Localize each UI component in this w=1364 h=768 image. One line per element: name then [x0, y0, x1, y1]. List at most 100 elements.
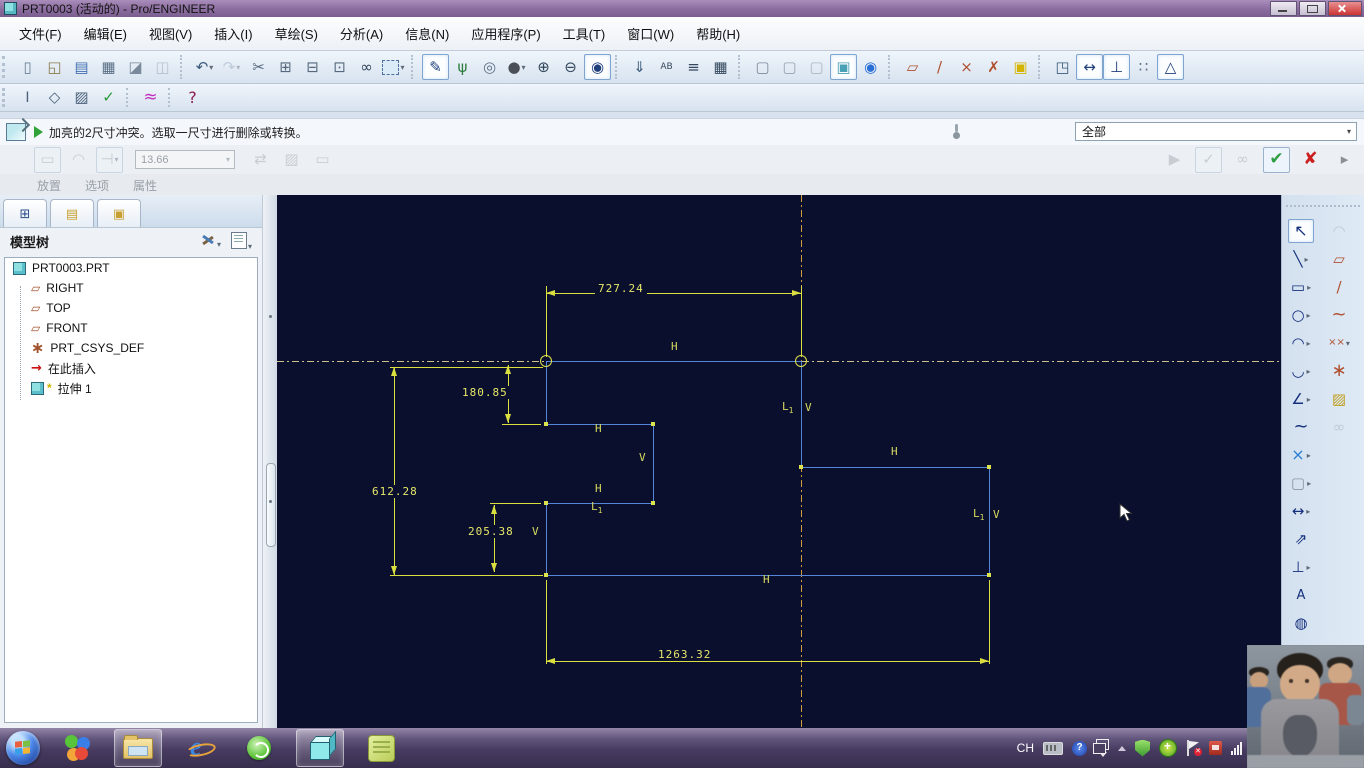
- dimension-line[interactable]: [546, 661, 989, 662]
- coin-plus-icon[interactable]: [1159, 739, 1177, 757]
- message-filter-icon[interactable]: [953, 124, 960, 140]
- view-manager-icon[interactable]: AB: [653, 54, 680, 80]
- sketch-line[interactable]: [801, 467, 989, 468]
- cancel-feature-icon[interactable]: ✘: [1297, 147, 1324, 173]
- shade-closed-loops-icon[interactable]: I: [14, 85, 41, 111]
- dimension-tool-icon[interactable]: ↔ ▸: [1288, 499, 1314, 523]
- use-edge-tool-icon[interactable]: ▨: [1326, 387, 1352, 411]
- dimension-value[interactable]: 612.28: [369, 485, 421, 498]
- shield-icon[interactable]: [1135, 739, 1150, 757]
- minimize-button[interactable]: [1270, 1, 1297, 16]
- model-tree-toggle-icon[interactable]: ▦: [707, 54, 734, 80]
- menu-item[interactable]: 文件(F): [8, 19, 73, 48]
- centerline-tool-icon[interactable]: /: [1326, 275, 1352, 299]
- arc-tool-icon[interactable]: ◠ ▸: [1288, 331, 1314, 355]
- text-tool-icon[interactable]: A: [1288, 583, 1314, 607]
- sketch-line[interactable]: [546, 503, 547, 575]
- tab-layer-tree[interactable]: ▤: [50, 199, 94, 227]
- verify-checkbox-icon[interactable]: ✓: [1195, 146, 1222, 173]
- find-icon[interactable]: ∞: [353, 54, 380, 80]
- dimension-value[interactable]: 180.85: [459, 386, 511, 399]
- save-icon[interactable]: ▤: [68, 54, 95, 80]
- datum-axes-toggle-icon[interactable]: /: [926, 54, 953, 80]
- copy-icon[interactable]: ⊞: [272, 54, 299, 80]
- depth-option-icon[interactable]: ⊣ ▾: [96, 146, 123, 173]
- tree-item[interactable]: → 在此插入: [5, 358, 257, 378]
- menu-item[interactable]: 插入(I): [203, 19, 263, 48]
- ie-icon[interactable]: [176, 730, 222, 766]
- sketch-vertex[interactable]: [544, 501, 548, 505]
- sketch-line[interactable]: [546, 361, 801, 362]
- start-button[interactable]: [6, 731, 40, 765]
- tree-item[interactable]: * 拉伸 1: [5, 378, 257, 398]
- dimension-line[interactable]: [546, 286, 547, 357]
- chamfer-tool-icon[interactable]: ∠ ▸: [1288, 387, 1314, 411]
- language-indicator[interactable]: CH: [1017, 741, 1034, 755]
- sketch-line[interactable]: [801, 361, 802, 467]
- notes-app-icon[interactable]: [358, 730, 404, 766]
- circle-tool-icon[interactable]: ○ ▸: [1288, 303, 1314, 327]
- dimension-value[interactable]: 727.24: [595, 282, 647, 295]
- constraint-display-toggle-icon[interactable]: ⊥: [1103, 54, 1130, 80]
- proe-taskbar-icon[interactable]: [296, 729, 344, 767]
- flag-alert-icon[interactable]: ✕: [1186, 740, 1202, 756]
- select-tool-icon[interactable]: ↖: [1288, 219, 1314, 243]
- dim-display-toggle-icon[interactable]: ↔: [1076, 54, 1103, 80]
- close-button[interactable]: [1328, 1, 1362, 16]
- dimension-value[interactable]: 1263.32: [655, 648, 715, 661]
- shading-mode-icon[interactable]: ● ▾: [503, 54, 530, 80]
- menu-item[interactable]: 应用程序(P): [460, 19, 551, 48]
- menu-item[interactable]: 帮助(H): [685, 19, 751, 48]
- tray-expand-caret[interactable]: [1118, 745, 1126, 751]
- tree-item[interactable]: ▱ TOP: [5, 298, 257, 318]
- dashboard-tab-3[interactable]: 属性: [133, 177, 157, 194]
- sketcher-diagnostics-icon[interactable]: ≈: [137, 85, 164, 111]
- sketch-vertex[interactable]: [651, 501, 655, 505]
- sketch-view-icon[interactable]: ✎: [422, 54, 449, 80]
- paste-special-icon[interactable]: ⊡: [326, 54, 353, 80]
- grid-display-toggle-icon[interactable]: ∷: [1130, 54, 1157, 80]
- undo-icon[interactable]: ↶ ▾: [191, 54, 218, 80]
- maximize-button[interactable]: [1299, 1, 1326, 16]
- sketch-canvas[interactable]: 727.24 180.85 612.28 205.38 1263.32 H H V H L1 V L1…: [277, 195, 1281, 728]
- datum-refs-icon[interactable]: ψ: [449, 54, 476, 80]
- accept-feature-icon[interactable]: ✔: [1263, 146, 1290, 173]
- no-hidden-icon[interactable]: ▢: [803, 54, 830, 80]
- dashboard-tab-2[interactable]: 选项: [85, 177, 109, 194]
- constraints-tool-icon[interactable]: ⊥ ▸: [1288, 555, 1314, 579]
- menu-item[interactable]: 窗口(W): [616, 19, 685, 48]
- dimension-line[interactable]: [394, 367, 395, 575]
- message-filter-select[interactable]: 全部 ▾: [1075, 122, 1357, 141]
- tree-item[interactable]: ∗ PRT_CSYS_DEF: [5, 338, 257, 358]
- erase-display-icon[interactable]: ◪: [122, 54, 149, 80]
- print-icon[interactable]: ▦: [95, 54, 122, 80]
- browser-360-icon[interactable]: [236, 730, 282, 766]
- overlapping-geometry-icon[interactable]: ▨: [68, 85, 95, 111]
- dimension-line[interactable]: [801, 286, 802, 357]
- sketch-line[interactable]: [546, 361, 547, 424]
- open-file-icon[interactable]: ◱: [41, 54, 68, 80]
- restore-window-icon[interactable]: [1093, 739, 1109, 754]
- annotations-toggle-icon[interactable]: ▣: [1007, 54, 1034, 80]
- datum-csys-toggle-icon[interactable]: ✗: [980, 54, 1007, 80]
- point-tool-icon[interactable]: ×× ▾: [1326, 331, 1352, 355]
- dimension-line[interactable]: [390, 575, 543, 576]
- sketcher-display-icon[interactable]: ◎: [476, 54, 503, 80]
- delete-segment-tool-icon[interactable]: × ▸: [1288, 443, 1314, 467]
- tree-tools-button[interactable]: ▾: [200, 233, 221, 250]
- rectangle-tool-icon[interactable]: ▭ ▸: [1288, 275, 1314, 299]
- sketch-vertex[interactable]: [799, 465, 803, 469]
- tree-settings-button[interactable]: ▾: [230, 231, 252, 252]
- context-help-icon[interactable]: ?: [179, 85, 206, 111]
- sketch-line[interactable]: [989, 467, 990, 575]
- dimension-line[interactable]: [546, 580, 547, 664]
- tree-item[interactable]: ▱ FRONT: [5, 318, 257, 338]
- sketch-vertex[interactable]: [544, 422, 548, 426]
- depth-value-input[interactable]: 13.66 ▾: [135, 150, 235, 169]
- datum-plane-tool-icon[interactable]: ▱: [1326, 247, 1352, 271]
- dashboard-tab-1[interactable]: 放置: [37, 177, 61, 194]
- menu-item[interactable]: 视图(V): [138, 19, 203, 48]
- fillet-tool-icon[interactable]: ◡ ▸: [1288, 359, 1314, 383]
- modify-dims-tool-icon[interactable]: ⇗: [1288, 527, 1314, 551]
- shaded-icon[interactable]: ▣: [830, 54, 857, 80]
